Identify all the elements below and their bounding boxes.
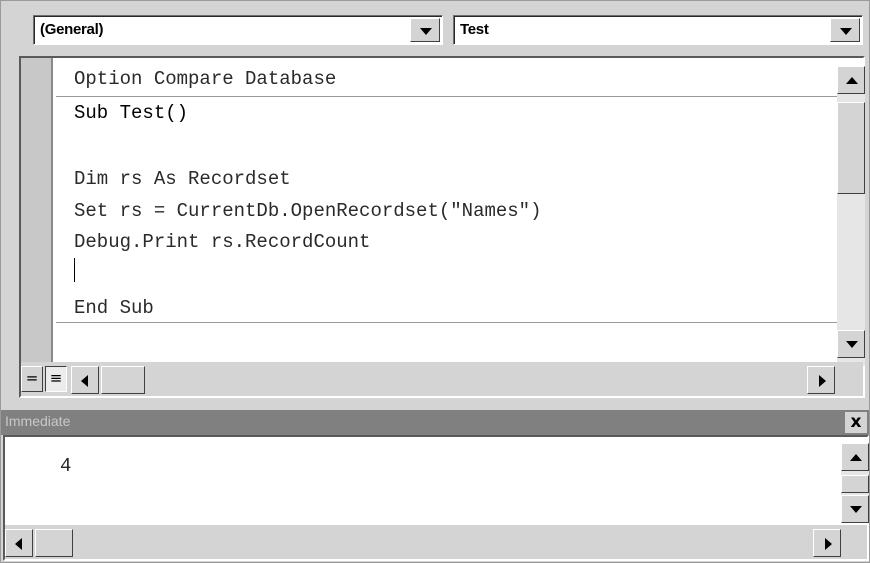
close-icon[interactable]: x	[845, 412, 867, 433]
code-line[interactable]: Set rs = CurrentDb.OpenRecordset("Names"…	[74, 200, 541, 222]
procedure-combo[interactable]: Test	[453, 15, 863, 45]
object-combo[interactable]: (General)	[33, 15, 443, 45]
immediate-scroll-up-button[interactable]	[841, 443, 869, 471]
code-scroll-right-button[interactable]	[807, 366, 835, 394]
code-scroll-left-button[interactable]	[71, 366, 99, 394]
scroll-down-icon	[846, 341, 858, 348]
scroll-left-icon	[15, 538, 22, 550]
object-combo-value: (General)	[40, 21, 104, 38]
code-line[interactable]: End Sub	[74, 297, 154, 319]
immediate-horizontal-scroll-track[interactable]	[73, 529, 813, 557]
immediate-scroll-right-button[interactable]	[813, 529, 841, 557]
code-pane[interactable]: Option Compare Database Sub Test() Dim r…	[19, 56, 865, 398]
code-scroll-up-button[interactable]	[837, 66, 865, 94]
immediate-output[interactable]: 4	[60, 455, 71, 477]
code-line[interactable]: Option Compare Database	[74, 68, 336, 90]
chevron-down-icon	[840, 28, 852, 35]
scroll-up-icon	[846, 77, 858, 84]
code-scroll-down-button[interactable]	[837, 330, 865, 358]
immediate-bottom-bar	[5, 525, 867, 559]
declarations-separator	[56, 96, 844, 97]
scroll-left-icon	[81, 375, 88, 387]
immediate-title-bar[interactable]: Immediate x	[1, 410, 869, 435]
procedure-combo-dropdown-button[interactable]	[830, 18, 860, 42]
scroll-right-icon	[819, 375, 826, 387]
scroll-right-icon	[825, 538, 832, 550]
procedure-separator	[56, 322, 844, 323]
immediate-scroll-left-button[interactable]	[5, 529, 33, 557]
scroll-down-icon	[850, 506, 862, 513]
code-line[interactable]: Debug.Print rs.RecordCount	[74, 231, 370, 253]
procedure-view-button[interactable]: =	[21, 366, 43, 392]
code-vertical-scroll-thumb[interactable]	[837, 102, 865, 194]
object-combo-dropdown-button[interactable]	[410, 18, 440, 42]
chevron-down-icon	[420, 28, 432, 35]
code-line[interactable]: Dim rs As Recordset	[74, 168, 291, 190]
full-module-view-button[interactable]: ≡	[45, 366, 67, 392]
immediate-title: Immediate	[5, 413, 71, 429]
code-line[interactable]: Sub Test()	[74, 102, 188, 124]
text-caret	[74, 258, 75, 282]
immediate-horizontal-scroll-thumb[interactable]	[35, 529, 73, 557]
code-pane-bottom-bar: = ≡	[21, 362, 863, 396]
scroll-up-icon	[850, 454, 862, 461]
vba-editor-window: (General) Test Option Compare Database S…	[0, 0, 870, 563]
code-horizontal-scroll-thumb[interactable]	[101, 366, 145, 394]
procedure-combo-value: Test	[460, 21, 489, 38]
code-horizontal-scroll-track[interactable]	[145, 366, 809, 394]
immediate-scroll-down-button[interactable]	[841, 495, 869, 523]
immediate-vertical-scroll-thumb[interactable]	[841, 475, 869, 493]
immediate-pane[interactable]: 4	[3, 435, 869, 561]
margin-indicator-bar[interactable]	[21, 58, 53, 362]
